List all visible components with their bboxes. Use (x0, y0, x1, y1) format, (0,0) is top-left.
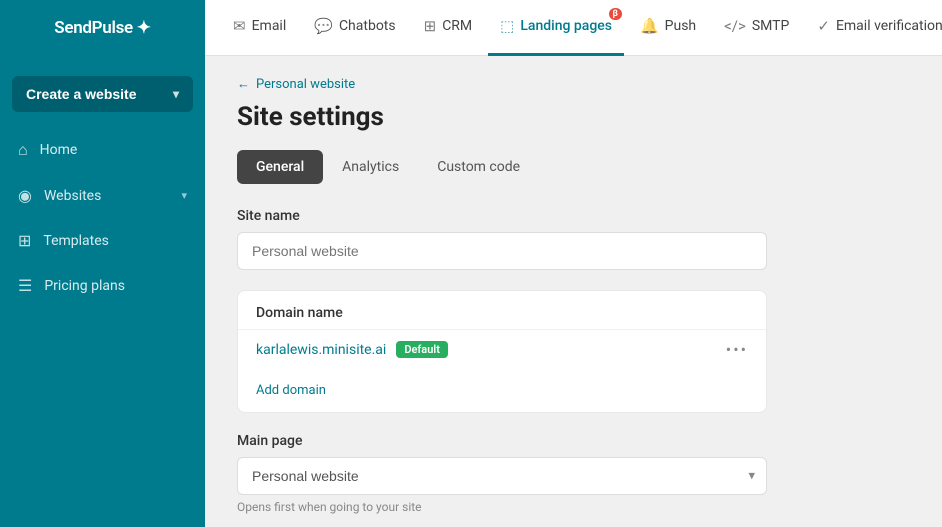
settings-tabs: General Analytics Custom code (237, 150, 910, 184)
domain-row: karlalewis.minisite.ai Default ••• (238, 329, 766, 369)
nav-item-landing[interactable]: ⬚ Landing pages β (488, 0, 624, 56)
smtp-icon: </> (724, 17, 746, 35)
beta-badge: β (609, 8, 622, 20)
add-domain-row: Add domain (238, 369, 766, 412)
landing-icon: ⬚ (500, 17, 514, 35)
sidebar-item-pricing[interactable]: ☰ Pricing plans (0, 264, 205, 307)
site-name-input[interactable] (237, 232, 767, 270)
main-page-select-wrapper: Personal website ▾ (237, 457, 767, 495)
sidebar-item-websites[interactable]: ◉ Websites ▾ (0, 174, 205, 217)
nav-item-crm[interactable]: ⊞ CRM (412, 0, 485, 56)
main-page-select[interactable]: Personal website (237, 457, 767, 495)
pricing-icon: ☰ (18, 276, 32, 295)
crm-icon: ⊞ (424, 17, 437, 35)
email-icon: ✉ (233, 17, 246, 35)
domain-name-label: Domain name (238, 291, 766, 329)
main-page-label: Main page (237, 433, 910, 449)
main-content: ← Personal website Site settings General… (205, 56, 942, 527)
domain-name-section: Domain name karlalewis.minisite.ai Defau… (237, 290, 910, 413)
domain-more-button[interactable]: ••• (726, 340, 748, 359)
tab-analytics[interactable]: Analytics (323, 150, 418, 184)
sidebar: Create a website ▾ ⌂ Home ◉ Websites ▾ ⊞… (0, 56, 205, 527)
sidebar-item-templates[interactable]: ⊞ Templates (0, 219, 205, 262)
site-name-label: Site name (237, 208, 910, 224)
chatbots-icon: 💬 (314, 17, 333, 35)
create-website-button[interactable]: Create a website ▾ (12, 76, 193, 112)
top-navigation: ✉ Email 💬 Chatbots ⊞ CRM ⬚ Landing pages… (205, 0, 942, 56)
tab-general[interactable]: General (237, 150, 323, 184)
add-domain-link[interactable]: Add domain (256, 383, 326, 398)
verification-icon: ✓ (817, 17, 830, 35)
chevron-right-icon: ▾ (181, 189, 187, 202)
nav-item-push[interactable]: 🔔 Push (628, 0, 708, 56)
main-page-helper: Opens first when going to your site (237, 500, 910, 514)
site-name-section: Site name (237, 208, 910, 270)
nav-item-smtp[interactable]: </> SMTP (712, 0, 801, 56)
breadcrumb[interactable]: ← Personal website (237, 76, 910, 92)
nav-item-email[interactable]: ✉ Email (221, 0, 298, 56)
sidebar-item-home[interactable]: ⌂ Home (0, 128, 205, 172)
default-badge: Default (396, 341, 448, 358)
main-page-section: Main page Personal website ▾ Opens first… (237, 433, 910, 514)
page-title: Site settings (237, 102, 910, 132)
push-icon: 🔔 (640, 17, 659, 35)
nav-item-email-verification[interactable]: ✓ Email verification (805, 0, 942, 56)
templates-icon: ⊞ (18, 231, 31, 250)
websites-icon: ◉ (18, 186, 32, 205)
nav-item-chatbots[interactable]: 💬 Chatbots (302, 0, 407, 56)
tab-custom-code[interactable]: Custom code (418, 150, 539, 184)
logo: SendPulse ✦ (0, 0, 205, 56)
chevron-down-icon: ▾ (173, 87, 179, 101)
home-icon: ⌂ (18, 140, 28, 160)
sidebar-navigation: ⌂ Home ◉ Websites ▾ ⊞ Templates ☰ Pricin… (0, 128, 205, 307)
domain-link[interactable]: karlalewis.minisite.ai (256, 342, 386, 358)
back-arrow-icon: ← (237, 76, 250, 92)
domain-card: Domain name karlalewis.minisite.ai Defau… (237, 290, 767, 413)
